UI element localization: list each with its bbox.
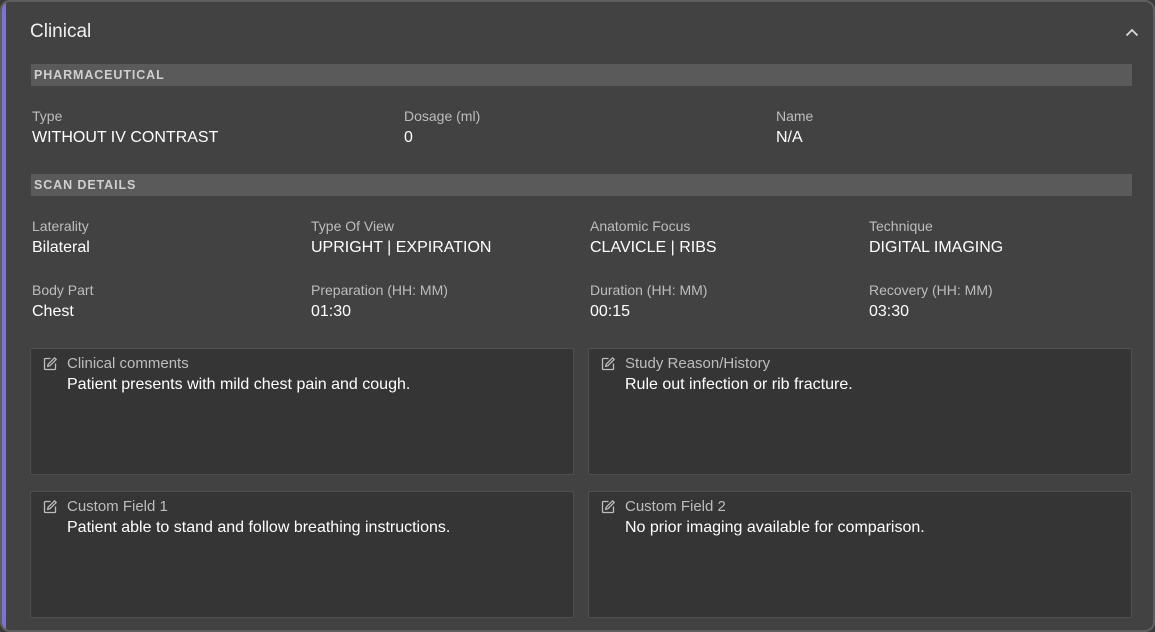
field-label: Recovery (HH: MM) — [869, 282, 993, 298]
field-preparation: Preparation (HH: MM) 01:30 — [311, 282, 448, 321]
note-value: Rule out infection or rib fracture. — [625, 376, 853, 393]
field-value: UPRIGHT | EXPIRATION — [311, 239, 492, 256]
field-duration: Duration (HH: MM) 00:15 — [590, 282, 707, 321]
panel-accent-bar — [2, 2, 6, 630]
field-value: CLAVICLE | RIBS — [590, 239, 717, 256]
field-value: Bilateral — [32, 239, 90, 256]
field-label: Preparation (HH: MM) — [311, 282, 448, 298]
field-value: 01:30 — [311, 303, 352, 320]
edit-icon — [601, 357, 615, 371]
chevron-up-icon — [1125, 28, 1139, 36]
field-label: Anatomic Focus — [590, 218, 691, 234]
edit-icon — [43, 500, 57, 514]
clinical-panel: Clinical PHARMACEUTICAL Type WITHOUT IV … — [0, 0, 1155, 632]
field-label: Type — [32, 108, 63, 124]
section-header-scan-details: SCAN DETAILS — [31, 174, 1132, 196]
field-value: 0 — [404, 129, 413, 146]
field-value: WITHOUT IV CONTRAST — [32, 129, 219, 146]
note-value: Patient presents with mild chest pain an… — [67, 376, 411, 393]
note-label: Custom Field 1 — [67, 498, 168, 515]
field-recovery: Recovery (HH: MM) 03:30 — [869, 282, 993, 321]
clinical-comments-field[interactable]: Clinical comments Patient presents with … — [30, 348, 574, 475]
collapse-button[interactable] — [1122, 22, 1142, 42]
field-label: Laterality — [32, 218, 89, 234]
field-pharma-dosage: Dosage (ml) 0 — [404, 108, 480, 147]
field-value: Chest — [32, 303, 74, 320]
field-value: N/A — [776, 129, 803, 146]
note-label: Clinical comments — [67, 355, 189, 372]
field-label: Dosage (ml) — [404, 108, 481, 124]
field-laterality: Laterality Bilateral — [32, 218, 90, 257]
custom-field-2[interactable]: Custom Field 2 No prior imaging availabl… — [588, 491, 1132, 618]
field-pharma-type: Type WITHOUT IV CONTRAST — [32, 108, 218, 147]
field-pharma-name: Name N/A — [776, 108, 813, 147]
field-label: Duration (HH: MM) — [590, 282, 708, 298]
edit-icon — [601, 500, 615, 514]
field-label: Body Part — [32, 282, 94, 298]
field-technique: Technique DIGITAL IMAGING — [869, 218, 1003, 257]
edit-icon — [43, 357, 57, 371]
field-label: Technique — [869, 218, 933, 234]
field-label: Name — [776, 108, 814, 124]
field-anatomic-focus: Anatomic Focus CLAVICLE | RIBS — [590, 218, 717, 257]
panel-title: Clinical — [30, 21, 92, 42]
note-label: Custom Field 2 — [625, 498, 726, 515]
note-label: Study Reason/History — [625, 355, 771, 372]
custom-field-1[interactable]: Custom Field 1 Patient able to stand and… — [30, 491, 574, 618]
field-body-part: Body Part Chest — [32, 282, 93, 321]
field-type-of-view: Type Of View UPRIGHT | EXPIRATION — [311, 218, 491, 257]
section-header-pharmaceutical: PHARMACEUTICAL — [31, 64, 1132, 86]
note-value: No prior imaging available for compariso… — [625, 519, 925, 536]
field-label: Type Of View — [311, 218, 395, 234]
field-value: DIGITAL IMAGING — [869, 239, 1004, 256]
field-value: 03:30 — [869, 303, 910, 320]
field-value: 00:15 — [590, 303, 631, 320]
study-reason-history-field[interactable]: Study Reason/History Rule out infection … — [588, 348, 1132, 475]
note-value: Patient able to stand and follow breathi… — [67, 519, 451, 536]
